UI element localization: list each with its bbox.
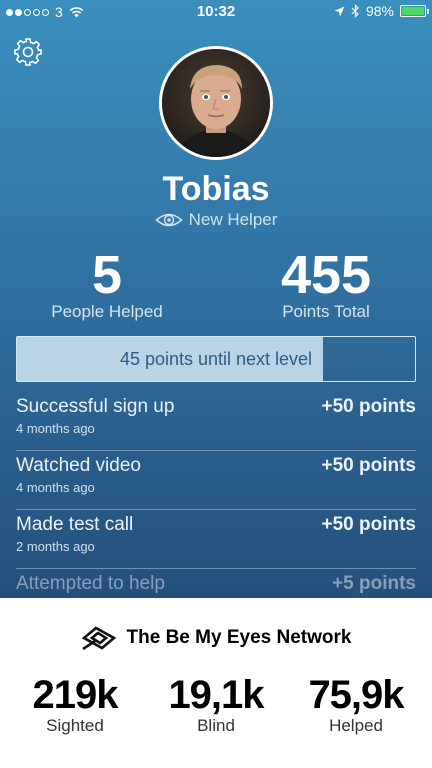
blind-stat: 19,1k Blind [151,674,281,736]
activity-date: 2 months ago [16,539,95,554]
helper-level: New Helper [0,210,432,230]
profile-screen: 3 10:32 98% Tobias New Helper 5 People H… [0,0,432,598]
avatar[interactable] [159,46,273,160]
activity-title: Made test call [16,514,134,535]
battery-percent: 98% [365,3,394,19]
network-title: The Be My Eyes Network [0,625,432,651]
activity-date: 4 months ago [16,480,95,495]
activity-title: Attempted to help [16,573,165,594]
gear-icon[interactable] [13,37,43,67]
battery-icon [400,5,429,17]
eye-icon [154,213,183,227]
points-total-label: Points Total [282,302,370,321]
points-total-stat: 455 Points Total [268,248,384,322]
be-my-eyes-logo-icon [81,626,116,651]
avatar-portrait [162,49,270,157]
network-title-text: The Be My Eyes Network [126,627,352,648]
activity-title: Successful sign up [16,396,175,417]
user-name: Tobias [162,170,270,208]
people-helped-stat: 5 People Helped [46,248,168,322]
level-progress-text: 45 points until next level [119,348,313,369]
activity-points: +5 points [332,573,416,594]
network-panel: The Be My Eyes Network 219k Sighted 19,1… [0,598,432,768]
sighted-stat: 219k Sighted [10,674,140,736]
bluetooth-icon [351,4,359,18]
activity-row[interactable]: Made test call 2 months ago +50 points [16,510,416,569]
location-arrow-icon [334,6,345,16]
status-bar: 3 10:32 98% [0,0,432,24]
activity-title: Watched video [16,455,141,476]
status-right: 98% [334,3,429,19]
people-helped-value: 5 [91,245,123,305]
activity-points: +50 points [321,514,417,535]
blind-value: 19,1k [168,673,264,717]
activity-points: +50 points [321,455,417,476]
sighted-value: 219k [32,673,119,717]
activity-date: 4 months ago [16,421,95,436]
activity-row[interactable]: Attempted to help +5 points [16,569,416,598]
activity-row[interactable]: Watched video 4 months ago +50 points [16,451,416,510]
people-helped-label: People Helped [51,302,163,321]
sighted-label: Sighted [46,716,104,735]
level-progress-bar: 45 points until next level [16,336,416,382]
blind-label: Blind [197,716,235,735]
activity-row[interactable]: Successful sign up 4 months ago +50 points [16,392,416,451]
points-total-value: 455 [280,245,372,305]
helped-label: Helped [329,716,383,735]
helped-stat: 75,9k Helped [291,674,421,736]
helped-value: 75,9k [308,673,404,717]
activity-points: +50 points [321,396,417,417]
helper-level-label: New Helper [188,210,278,229]
